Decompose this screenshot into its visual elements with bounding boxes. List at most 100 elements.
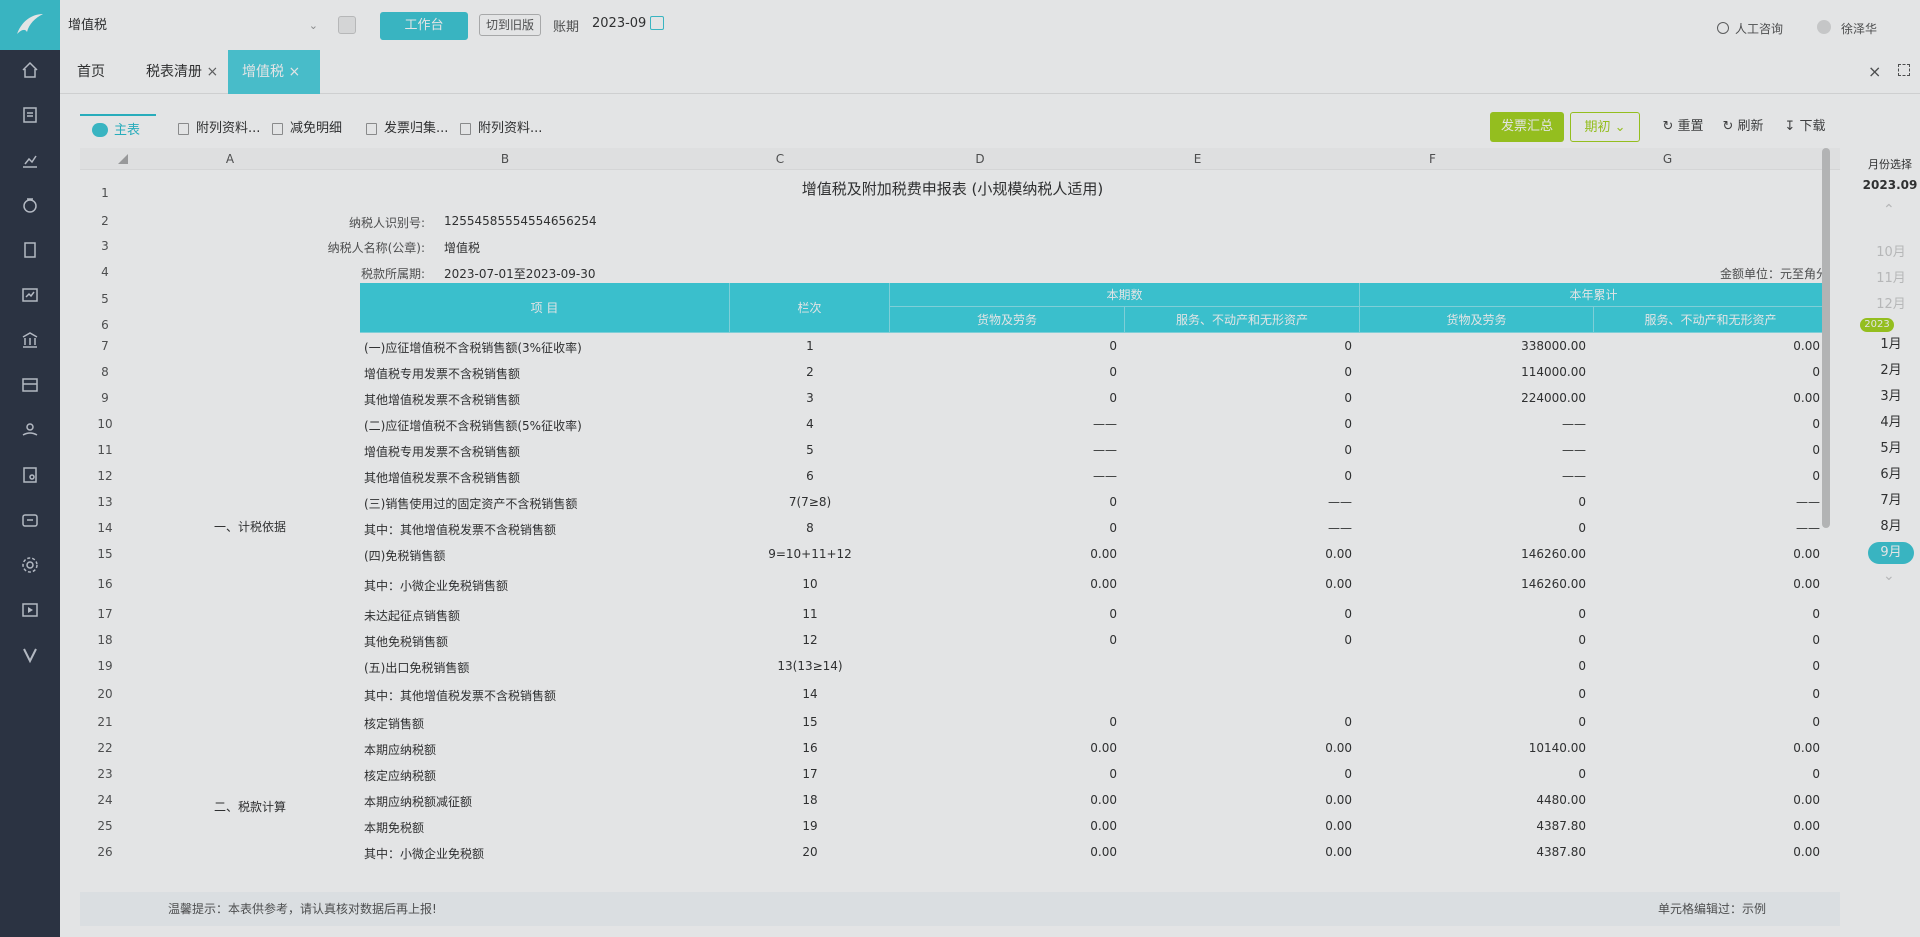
services-ytd-cell[interactable]: 0.00 xyxy=(1594,845,1828,859)
goods-ytd-cell[interactable]: 0 xyxy=(1360,495,1594,509)
month-item[interactable]: 1月 xyxy=(1868,334,1914,356)
close-icon[interactable]: × xyxy=(288,64,300,80)
services-ytd-cell[interactable]: 0.00 xyxy=(1594,819,1828,833)
goods-ytd-cell[interactable]: 0 xyxy=(1360,687,1594,701)
goods-ytd-cell[interactable]: 338000.00 xyxy=(1360,339,1594,353)
goods-ytd-cell[interactable]: —— xyxy=(1360,417,1594,431)
goods-ytd-cell[interactable]: 0 xyxy=(1360,659,1594,673)
sheet-tab-relief-detail[interactable]: 减免明细 xyxy=(268,114,342,144)
goods-current-cell[interactable]: 0.00 xyxy=(890,547,1125,561)
goods-current-cell[interactable]: 0 xyxy=(890,607,1125,621)
tax-type-select[interactable]: 增值税 ⌄ xyxy=(68,14,318,38)
goods-current-cell[interactable]: 0.00 xyxy=(890,845,1125,859)
chevron-up-icon[interactable]: ⌃ xyxy=(1883,202,1895,218)
services-ytd-cell[interactable]: 0 xyxy=(1594,715,1828,729)
refresh-button[interactable]: ↻ 刷新 xyxy=(1716,112,1770,142)
services-current-cell[interactable]: 0 xyxy=(1125,417,1360,431)
services-current-cell[interactable]: 0 xyxy=(1125,365,1360,379)
month-item[interactable]: 11月 xyxy=(1868,268,1914,290)
reset-button[interactable]: ↻ 重置 xyxy=(1656,112,1710,142)
tab-home[interactable]: 首页 xyxy=(63,50,119,94)
goods-ytd-cell[interactable]: 146260.00 xyxy=(1360,547,1594,561)
column-header[interactable]: F xyxy=(1315,148,1550,170)
services-current-cell[interactable]: 0.00 xyxy=(1125,577,1360,591)
goods-current-cell[interactable]: 0 xyxy=(890,391,1125,405)
services-ytd-cell[interactable]: 0.00 xyxy=(1594,577,1828,591)
month-item[interactable]: 5月 xyxy=(1868,438,1914,460)
services-ytd-cell[interactable]: 0 xyxy=(1594,469,1828,483)
services-ytd-cell[interactable]: 0 xyxy=(1594,767,1828,781)
tab-vat[interactable]: 增值税 × xyxy=(228,50,320,94)
goods-current-cell[interactable]: 0 xyxy=(890,715,1125,729)
close-all-icon[interactable]: × xyxy=(1868,62,1881,81)
calendar-icon[interactable] xyxy=(650,16,664,30)
goods-ytd-cell[interactable]: —— xyxy=(1360,443,1594,457)
column-header[interactable]: B xyxy=(330,148,680,170)
month-item[interactable]: 7月 xyxy=(1868,490,1914,512)
goods-current-cell[interactable]: —— xyxy=(890,443,1125,457)
column-header[interactable]: G xyxy=(1550,148,1785,170)
goods-ytd-cell[interactable]: 146260.00 xyxy=(1360,577,1594,591)
services-ytd-cell[interactable]: 0.00 xyxy=(1594,547,1828,561)
goods-ytd-cell[interactable]: 0 xyxy=(1360,715,1594,729)
services-ytd-cell[interactable]: 0 xyxy=(1594,687,1828,701)
services-ytd-cell[interactable]: 0.00 xyxy=(1594,339,1828,353)
services-current-cell[interactable]: 0.00 xyxy=(1125,793,1360,807)
month-item[interactable]: 10月 xyxy=(1868,242,1914,264)
services-ytd-cell[interactable]: 0.00 xyxy=(1594,391,1828,405)
column-header[interactable]: D xyxy=(880,148,1080,170)
chart-icon[interactable] xyxy=(18,148,42,172)
ledger-icon[interactable] xyxy=(18,373,42,397)
bank-icon[interactable] xyxy=(18,328,42,352)
goods-current-cell[interactable]: 0 xyxy=(890,365,1125,379)
goods-ytd-cell[interactable]: 4480.00 xyxy=(1360,793,1594,807)
goods-ytd-cell[interactable]: 0 xyxy=(1360,607,1594,621)
goods-current-cell[interactable]: 0.00 xyxy=(890,741,1125,755)
month-item[interactable]: 2月 xyxy=(1868,360,1914,382)
services-ytd-cell[interactable]: 0.00 xyxy=(1594,741,1828,755)
sheet-tab-schedule-1[interactable]: 附列资料... xyxy=(174,114,260,144)
services-current-cell[interactable]: 0 xyxy=(1125,391,1360,405)
workbench-button[interactable]: 工作台 xyxy=(380,12,468,40)
vip-icon[interactable] xyxy=(18,643,42,667)
services-current-cell[interactable]: 0 xyxy=(1125,339,1360,353)
services-ytd-cell[interactable]: 0 xyxy=(1594,607,1828,621)
goods-current-cell[interactable]: —— xyxy=(890,417,1125,431)
audit-icon[interactable] xyxy=(18,463,42,487)
services-current-cell[interactable]: 0 xyxy=(1125,633,1360,647)
archive-icon[interactable] xyxy=(18,508,42,532)
goods-current-cell[interactable]: 0.00 xyxy=(890,577,1125,591)
goods-ytd-cell[interactable]: 10140.00 xyxy=(1360,741,1594,755)
goods-current-cell[interactable]: 0 xyxy=(890,767,1125,781)
tab-tax-register[interactable]: 税表清册 × xyxy=(132,50,232,94)
goods-ytd-cell[interactable]: 0 xyxy=(1360,521,1594,535)
services-current-cell[interactable]: —— xyxy=(1125,521,1360,535)
month-item[interactable]: 12月 xyxy=(1868,294,1914,316)
goods-ytd-cell[interactable]: —— xyxy=(1360,469,1594,483)
download-button[interactable]: ↧ 下载 xyxy=(1778,112,1832,142)
services-ytd-cell[interactable]: 0 xyxy=(1594,659,1828,673)
initial-button[interactable]: 期初 ⌄ xyxy=(1570,112,1640,142)
services-ytd-cell[interactable]: —— xyxy=(1594,495,1828,509)
services-ytd-cell[interactable]: 0 xyxy=(1594,365,1828,379)
services-current-cell[interactable]: —— xyxy=(1125,495,1360,509)
goods-ytd-cell[interactable]: 224000.00 xyxy=(1360,391,1594,405)
sheet-tab-schedule-2[interactable]: 附列资料... xyxy=(456,114,542,144)
goods-ytd-cell[interactable]: 4387.80 xyxy=(1360,845,1594,859)
services-current-cell[interactable]: 0.00 xyxy=(1125,547,1360,561)
services-ytd-cell[interactable]: 0 xyxy=(1594,417,1828,431)
goods-ytd-cell[interactable]: 0 xyxy=(1360,633,1594,647)
app-logo[interactable] xyxy=(0,0,60,50)
month-item[interactable]: 3月 xyxy=(1868,386,1914,408)
period-value[interactable]: 2023-09 xyxy=(592,16,646,31)
goods-current-cell[interactable]: 0.00 xyxy=(890,793,1125,807)
hand-coin-icon[interactable] xyxy=(18,418,42,442)
goods-current-cell[interactable]: 0 xyxy=(890,633,1125,647)
month-item[interactable]: 8月 xyxy=(1868,516,1914,538)
services-current-cell[interactable]: 0.00 xyxy=(1125,845,1360,859)
avatar[interactable] xyxy=(1817,20,1831,34)
sheet-tab-invoice-collection[interactable]: 发票归集... xyxy=(362,114,448,144)
services-ytd-cell[interactable]: 0 xyxy=(1594,633,1828,647)
goods-current-cell[interactable]: 0 xyxy=(890,339,1125,353)
consult-link[interactable]: 人工咨询 xyxy=(1735,20,1783,37)
